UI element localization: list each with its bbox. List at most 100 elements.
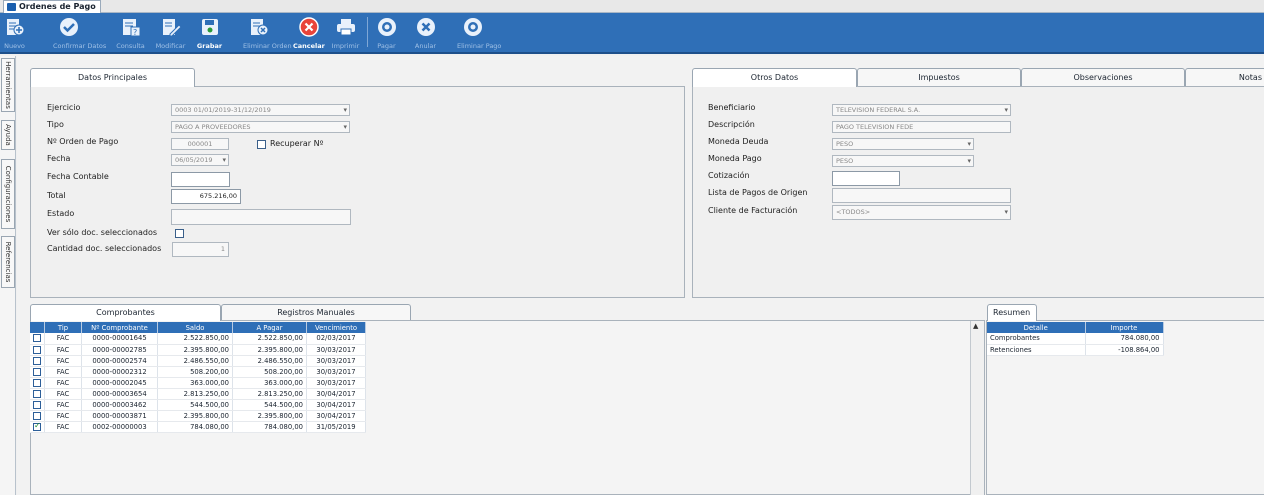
ejercicio-select[interactable]: 0003 01/01/2019-31/12/2019 ▾ bbox=[171, 104, 350, 116]
row-select-checkbox[interactable] bbox=[33, 356, 41, 365]
column-header-importe[interactable]: Importe bbox=[1085, 322, 1164, 333]
ver-solo-checkbox[interactable] bbox=[175, 229, 184, 238]
ejercicio-label: Ejercicio bbox=[47, 103, 81, 112]
cell-a-pagar: 2.395.800,00 bbox=[232, 344, 307, 356]
cell-select[interactable] bbox=[30, 344, 45, 356]
cantidad-field[interactable]: 1 bbox=[172, 242, 229, 257]
cliente-select[interactable]: <TODOS> ▾ bbox=[832, 205, 1011, 220]
row-select-checkbox[interactable] bbox=[33, 411, 41, 420]
cell-select[interactable] bbox=[30, 399, 45, 411]
cell-saldo: 784.080,00 bbox=[157, 421, 233, 433]
moneda-pago-select[interactable]: PESO ▾ bbox=[832, 155, 974, 167]
save-disk-icon bbox=[201, 19, 218, 35]
table-row[interactable]: FAC 0000-00003654 2.813.250,00 2.813.250,00… bbox=[30, 388, 366, 400]
column-header-saldo[interactable]: Saldo bbox=[157, 322, 233, 333]
row-select-checkbox[interactable] bbox=[33, 378, 41, 387]
fecha-field[interactable]: 06/05/2019 ▾ bbox=[171, 154, 229, 166]
descripcion-field[interactable]: PAGO TELEVISION FEDE bbox=[832, 121, 1011, 133]
table-row[interactable]: FAC 0000-00003871 2.395.800,00 2.395.800,00… bbox=[30, 410, 366, 422]
resumen-table-body: Comprobantes 784.080,00 Retenciones -108.86… bbox=[987, 333, 1164, 356]
beneficiario-select[interactable]: TELEVISION FEDERAL S.A. ▾ bbox=[832, 104, 1011, 116]
estado-field[interactable] bbox=[171, 209, 351, 225]
table-row[interactable]: FAC 0000-00003462 544.500,00 544.500,00 30/0… bbox=[30, 399, 366, 411]
cell-select[interactable] bbox=[30, 421, 45, 433]
fecha-contable-field[interactable] bbox=[171, 172, 230, 187]
window-tab-ordenes-de-pago[interactable]: Ordenes de Pago bbox=[3, 0, 101, 13]
cotizacion-field[interactable] bbox=[832, 171, 900, 186]
side-tab-herramientas[interactable]: Herramientas bbox=[1, 58, 15, 112]
tab-notas[interactable]: Notas bbox=[1185, 68, 1264, 86]
tab-datos-principales[interactable]: Datos Principales bbox=[30, 68, 195, 87]
cell-tip: FAC bbox=[44, 344, 82, 356]
row-select-checkbox[interactable] bbox=[33, 367, 41, 376]
comprobantes-table: Tip Nº Comprobante Saldo A Pagar Vencimi… bbox=[30, 322, 366, 433]
tab-registros-manuales[interactable]: Registros Manuales bbox=[221, 304, 411, 320]
cell-select[interactable] bbox=[30, 333, 45, 345]
table-row[interactable]: FAC 0000-00001645 2.522.850,00 2.522.850,00… bbox=[30, 333, 366, 345]
tab-resumen[interactable]: Resumen bbox=[987, 304, 1037, 321]
cell-select[interactable] bbox=[30, 410, 45, 422]
cell-vencimiento: 30/03/2017 bbox=[306, 377, 366, 389]
nro-orden-field[interactable]: 000001 bbox=[171, 138, 229, 150]
lista-pagos-field[interactable] bbox=[832, 188, 1011, 203]
table-row[interactable]: FAC 0000-00002574 2.486.550,00 2.486.550,00… bbox=[30, 355, 366, 367]
moneda-deuda-select[interactable]: PESO ▾ bbox=[832, 138, 974, 150]
side-tab-referencias[interactable]: Referencias bbox=[1, 236, 15, 288]
side-tab-configuraciones[interactable]: Configuraciones bbox=[1, 159, 15, 229]
recuperar-nro-checkbox[interactable] bbox=[257, 140, 266, 149]
chevron-down-icon: ▾ bbox=[967, 157, 971, 165]
cell-vencimiento: 30/04/2017 bbox=[306, 399, 366, 411]
row-select-checkbox[interactable] bbox=[33, 389, 41, 398]
table-row[interactable]: FAC0002-00000003784.080,00784.080,0031/0… bbox=[30, 421, 366, 433]
row-select-checkbox[interactable] bbox=[33, 345, 41, 354]
tipo-select[interactable]: PAGO A PROVEEDORES ▾ bbox=[171, 121, 350, 133]
cell-vencimiento: 30/04/2017 bbox=[306, 388, 366, 400]
table-row[interactable]: FAC 0000-00002045 363.000,00 363.000,00 30/0… bbox=[30, 377, 366, 389]
row-select-checkbox[interactable] bbox=[33, 334, 41, 343]
cell-nro-comprobante: 0000-00002312 bbox=[81, 366, 158, 378]
column-header-apagar[interactable]: A Pagar bbox=[232, 322, 307, 333]
cell-tip: FAC bbox=[44, 421, 82, 433]
cell-select[interactable] bbox=[30, 366, 45, 378]
cell-tip: FAC bbox=[44, 377, 82, 389]
delete-payment-icon bbox=[463, 18, 482, 36]
scroll-up-arrow-icon[interactable]: ▲ bbox=[973, 322, 978, 330]
column-header-tip[interactable]: Tip bbox=[44, 322, 82, 333]
svg-text:?: ? bbox=[133, 28, 137, 37]
row-select-checkbox[interactable] bbox=[33, 421, 41, 431]
cell-saldo: 2.522.850,00 bbox=[157, 333, 233, 345]
tab-observaciones[interactable]: Observaciones bbox=[1021, 68, 1185, 86]
cell-saldo: 363.000,00 bbox=[157, 377, 233, 389]
cell-nro-comprobante: 0000-00003871 bbox=[81, 410, 158, 422]
cell-nro-comprobante: 0000-00003654 bbox=[81, 388, 158, 400]
tab-impuestos[interactable]: Impuestos bbox=[857, 68, 1021, 86]
table-row[interactable]: FAC 0000-00002785 2.395.800,00 2.395.800,00… bbox=[30, 344, 366, 356]
cell-select[interactable] bbox=[30, 355, 45, 367]
cell-a-pagar: 2.486.550,00 bbox=[232, 355, 307, 367]
comprobantes-table-body: FAC 0000-00001645 2.522.850,00 2.522.850,00… bbox=[30, 333, 366, 433]
column-header-detalle[interactable]: Detalle bbox=[987, 322, 1086, 333]
edit-pencil-icon bbox=[162, 19, 181, 37]
tipo-label: Tipo bbox=[47, 120, 64, 129]
table-row[interactable]: FAC 0000-00002312 508.200,00 508.200,00 30/0… bbox=[30, 366, 366, 378]
column-header-nro[interactable]: Nº Comprobante bbox=[81, 322, 158, 333]
tab-otros-datos[interactable]: Otros Datos bbox=[692, 68, 857, 87]
delete-document-icon bbox=[250, 19, 268, 36]
tab-comprobantes[interactable]: Comprobantes bbox=[30, 304, 221, 321]
toolbar-separator bbox=[367, 17, 368, 47]
cell-vencimiento: 30/03/2017 bbox=[306, 366, 366, 378]
cell-vencimiento: 31/05/2019 bbox=[306, 421, 366, 433]
column-header-vencimiento[interactable]: Vencimiento bbox=[306, 322, 366, 333]
cell-saldo: 2.395.800,00 bbox=[157, 344, 233, 356]
row-select-checkbox[interactable] bbox=[33, 400, 41, 409]
cell-select[interactable] bbox=[30, 388, 45, 400]
table-header-row: Tip Nº Comprobante Saldo A Pagar Vencimi… bbox=[30, 322, 366, 333]
total-field[interactable]: 675.216,00 bbox=[171, 189, 241, 204]
cell-tip: FAC bbox=[44, 388, 82, 400]
cell-select[interactable] bbox=[30, 377, 45, 389]
side-tab-ayuda[interactable]: Ayuda bbox=[1, 120, 15, 150]
cantidad-label: Cantidad doc. seleccionados bbox=[47, 244, 162, 253]
moneda-pago-label: Moneda Pago bbox=[708, 154, 762, 163]
nro-orden-label: Nº Orden de Pago bbox=[47, 137, 119, 146]
vertical-scrollbar[interactable]: ▲ bbox=[970, 321, 984, 495]
